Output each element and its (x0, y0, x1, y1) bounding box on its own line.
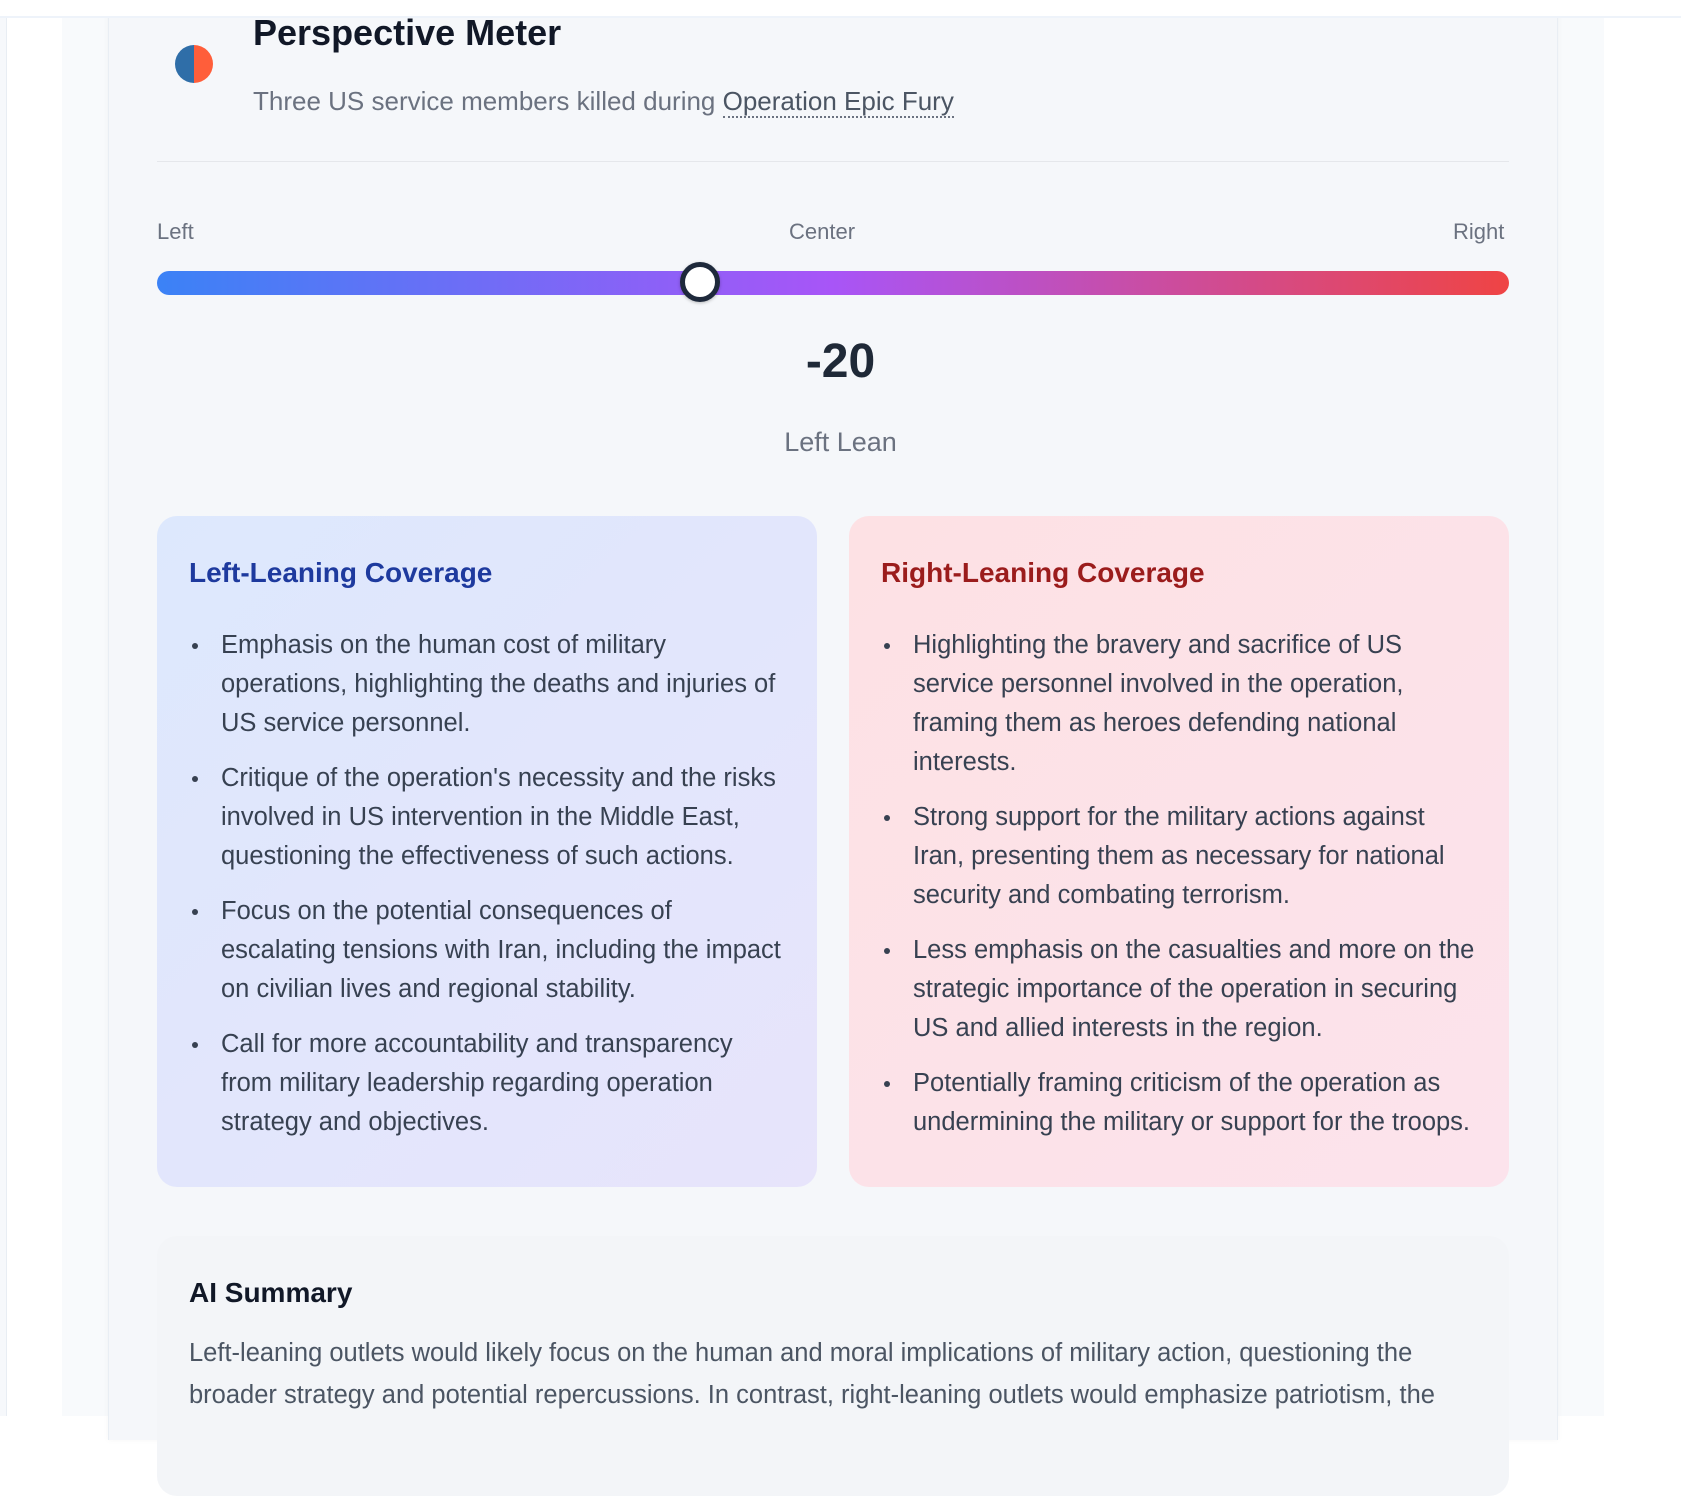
right-coverage-title: Right-Leaning Coverage (881, 557, 1205, 588)
scale-label-left: Left (157, 219, 194, 244)
top-strip (0, 0, 1681, 18)
bias-meter-knob[interactable] (679, 262, 720, 302)
list-item: Focus on the potential consequences of e… (189, 892, 785, 1009)
left-gutter (0, 0, 7, 1416)
split-circle-icon (175, 45, 213, 83)
divider (157, 161, 1509, 162)
list-item: Highlighting the bravery and sacrifice o… (881, 626, 1477, 782)
left-coverage-panel: Left-Leaning Coverage Emphasis on the hu… (157, 516, 817, 1187)
list-item: Call for more accountability and transpa… (189, 1025, 785, 1142)
meter-subtitle: Three US service members killed during O… (253, 86, 954, 118)
meter-title: Perspective Meter (253, 12, 562, 53)
ai-summary-text: Left-leaning outlets would likely focus … (189, 1339, 1435, 1409)
right-coverage-list: Highlighting the bravery and sacrifice o… (881, 626, 1477, 1142)
bias-meter-track[interactable] (157, 271, 1509, 295)
list-item: Emphasis on the human cost of military o… (189, 626, 785, 743)
list-item: Potentially framing criticism of the ope… (881, 1064, 1477, 1142)
list-item: Strong support for the military actions … (881, 798, 1477, 915)
bias-score: -20 (805, 335, 876, 388)
ai-summary-title: AI Summary (189, 1277, 353, 1308)
scale-label-center: Center (789, 219, 856, 244)
scale-label-right: Right (1453, 219, 1505, 244)
left-coverage-list: Emphasis on the human cost of military o… (189, 626, 785, 1142)
ai-summary-panel: AI Summary Left-leaning outlets would li… (157, 1236, 1509, 1496)
list-item: Less emphasis on the casualties and more… (881, 931, 1477, 1048)
right-coverage-panel: Right-Leaning Coverage Highlighting the … (849, 516, 1509, 1187)
left-coverage-title: Left-Leaning Coverage (189, 557, 493, 588)
subtitle-text: Three US service members killed during (253, 86, 723, 116)
topic-link[interactable]: Operation Epic Fury (722, 86, 954, 118)
bias-lean-label: Left Lean (784, 427, 897, 457)
list-item: Critique of the operation's necessity an… (189, 759, 785, 876)
